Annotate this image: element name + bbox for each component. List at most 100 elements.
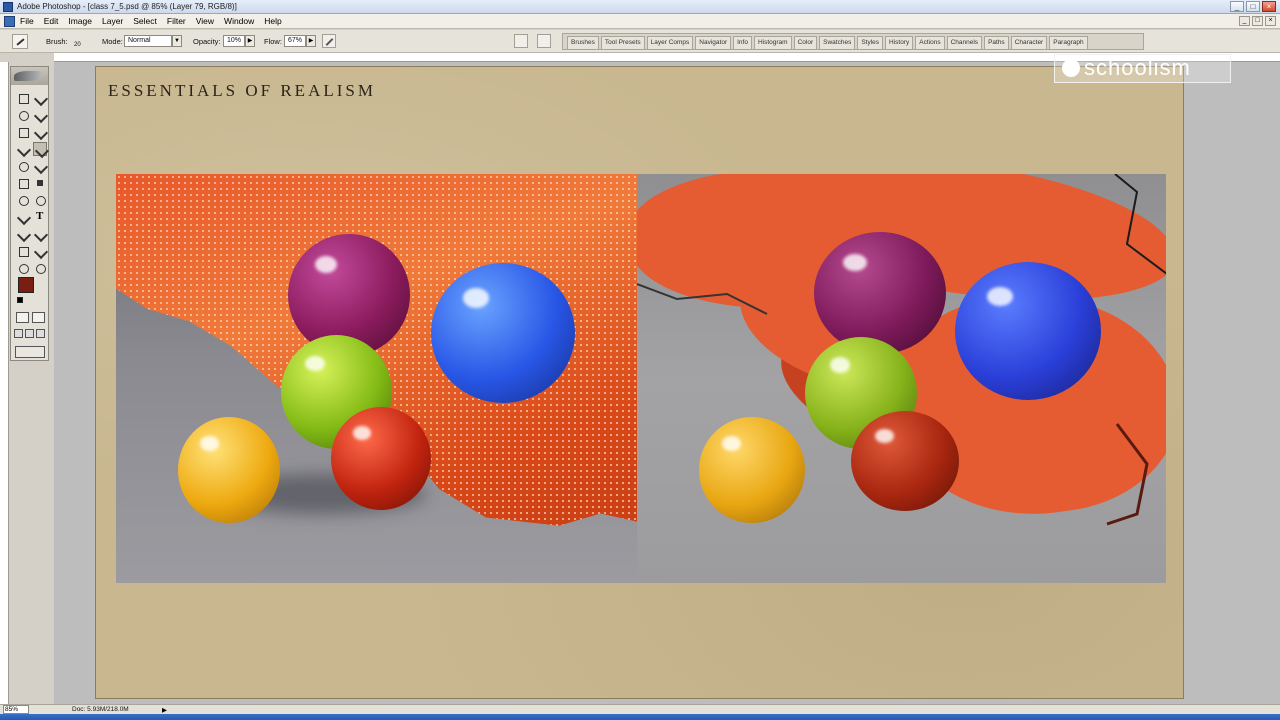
lasso-tool-icon[interactable] — [16, 108, 30, 122]
brush-tool-icon[interactable] — [33, 142, 47, 156]
palette-well: Brushes Tool Presets Layer Comps Navigat… — [562, 33, 1144, 50]
flow-slider-arrow-icon[interactable]: ▶ — [306, 35, 316, 47]
slice-tool-icon[interactable] — [33, 125, 47, 139]
yellow-ball — [699, 417, 805, 523]
status-menu-arrow-icon[interactable]: ▶ — [162, 706, 167, 714]
standard-screen-mode-icon[interactable] — [14, 329, 23, 338]
palette-tab-character[interactable]: Character — [1010, 36, 1048, 49]
brush-label: Brush: — [46, 37, 68, 46]
status-bar: 85% Doc: 5.93M/218.0M ▶ — [0, 704, 1280, 714]
flow-input[interactable]: 67% — [284, 35, 306, 47]
painting-study — [637, 174, 1166, 583]
palette-tab-channels[interactable]: Channels — [946, 36, 983, 49]
menu-file[interactable]: File — [20, 16, 34, 26]
move-tool-icon[interactable] — [33, 91, 47, 105]
toolbox-header[interactable] — [11, 67, 48, 85]
menu-window[interactable]: Window — [224, 16, 254, 26]
screen-mode-controls — [14, 329, 45, 338]
opacity-slider-arrow-icon[interactable]: ▶ — [245, 35, 255, 47]
crop-tool-icon[interactable] — [16, 125, 30, 139]
doc-minimize-button[interactable]: _ — [1239, 16, 1250, 26]
healing-brush-tool-icon[interactable] — [16, 142, 30, 156]
opacity-input[interactable]: 10% — [223, 35, 245, 47]
type-tool-icon[interactable] — [33, 210, 47, 224]
hand-tool-icon[interactable] — [16, 261, 30, 275]
doc-close-button[interactable]: × — [1265, 16, 1276, 26]
minimize-button[interactable]: _ — [1230, 1, 1244, 12]
notes-tool-icon[interactable] — [16, 244, 30, 258]
doc-restore-button[interactable]: □ — [1252, 16, 1263, 26]
palette-tab-tool-presets[interactable]: Tool Presets — [600, 36, 645, 49]
palette-tab-color[interactable]: Color — [793, 36, 818, 49]
default-colors-icon[interactable] — [17, 297, 23, 303]
line-tool-icon[interactable] — [33, 227, 47, 241]
marquee-tool-icon[interactable] — [16, 91, 30, 105]
full-screen-menu-mode-icon[interactable] — [25, 329, 34, 338]
opacity-label: Opacity: — [193, 37, 221, 46]
palette-tab-layer-comps[interactable]: Layer Comps — [646, 36, 694, 49]
jump-to-imageready-icon[interactable] — [15, 346, 45, 358]
magic-wand-tool-icon[interactable] — [33, 108, 47, 122]
pen-tool-icon[interactable] — [16, 227, 30, 241]
tool-grid — [16, 91, 47, 275]
document-icon[interactable] — [4, 16, 15, 27]
menu-layer[interactable]: Layer — [102, 16, 123, 26]
title-bar: Adobe Photoshop - [class 7_5.psd @ 85% (… — [0, 0, 1280, 14]
standard-mode-icon[interactable] — [16, 312, 29, 323]
mode-dropdown-arrow-icon[interactable]: ▼ — [172, 35, 182, 47]
photoshop-feather-icon — [14, 71, 42, 81]
menu-filter[interactable]: Filter — [167, 16, 186, 26]
history-brush-tool-icon[interactable] — [33, 159, 47, 173]
close-button[interactable]: × — [1262, 1, 1276, 12]
zoom-tool-icon[interactable] — [33, 261, 47, 275]
foreground-color-swatch[interactable] — [18, 277, 34, 293]
window-title: Adobe Photoshop - [class 7_5.psd @ 85% (… — [17, 2, 237, 11]
airbrush-toggle-icon[interactable] — [322, 34, 336, 48]
menu-edit[interactable]: Edit — [44, 16, 59, 26]
menu-bar: File Edit Image Layer Select Filter View… — [0, 14, 1280, 29]
menu-select[interactable]: Select — [133, 16, 157, 26]
mode-select[interactable]: Normal — [124, 35, 172, 47]
schoolism-logo-text: schoolism — [1084, 55, 1191, 80]
document-size-info: Doc: 5.93M/218.0M — [72, 706, 129, 713]
red-ball — [851, 411, 959, 511]
zoom-input[interactable]: 85% — [3, 705, 29, 714]
palette-tab-paragraph[interactable]: Paragraph — [1049, 36, 1088, 49]
reference-photo — [116, 174, 637, 583]
menu-image[interactable]: Image — [68, 16, 92, 26]
path-selection-tool-icon[interactable] — [16, 210, 30, 224]
red-ball — [331, 407, 431, 510]
menu-view[interactable]: View — [196, 16, 214, 26]
palette-tab-info[interactable]: Info — [733, 36, 752, 49]
palette-tab-styles[interactable]: Styles — [857, 36, 884, 49]
blur-tool-icon[interactable] — [16, 193, 30, 207]
palette-tab-swatches[interactable]: Swatches — [819, 36, 856, 49]
blue-ball — [431, 263, 575, 403]
tool-preset-brush-icon[interactable] — [12, 34, 28, 49]
palette-toggle-icon[interactable] — [537, 34, 551, 48]
eraser-tool-icon[interactable] — [16, 176, 30, 190]
palette-tab-brushes[interactable]: Brushes — [567, 36, 599, 49]
palette-tab-navigator[interactable]: Navigator — [695, 36, 732, 49]
gradient-tool-icon[interactable] — [33, 176, 47, 190]
brush-size-value[interactable]: 20 — [74, 42, 81, 48]
palette-tab-paths[interactable]: Paths — [984, 36, 1009, 49]
quick-mask-mode-icon[interactable] — [32, 312, 45, 323]
blue-ball — [955, 262, 1101, 400]
purple-ball — [814, 232, 946, 354]
palette-tab-histogram[interactable]: Histogram — [753, 36, 792, 49]
windows-taskbar — [0, 714, 1280, 720]
yellow-ball — [178, 417, 280, 523]
palette-tab-history[interactable]: History — [885, 36, 914, 49]
menu-help[interactable]: Help — [264, 16, 281, 26]
clone-stamp-tool-icon[interactable] — [16, 159, 30, 173]
maximize-button[interactable]: □ — [1246, 1, 1260, 12]
palette-tab-actions[interactable]: Actions — [915, 36, 945, 49]
eyedropper-tool-icon[interactable] — [33, 244, 47, 258]
full-screen-mode-icon[interactable] — [36, 329, 45, 338]
dodge-tool-icon[interactable] — [33, 193, 47, 207]
file-browser-icon[interactable] — [514, 34, 528, 48]
mode-label: Mode: — [102, 37, 123, 46]
photoshop-window: Adobe Photoshop - [class 7_5.psd @ 85% (… — [0, 0, 1280, 720]
flow-label: Flow: — [264, 37, 282, 46]
